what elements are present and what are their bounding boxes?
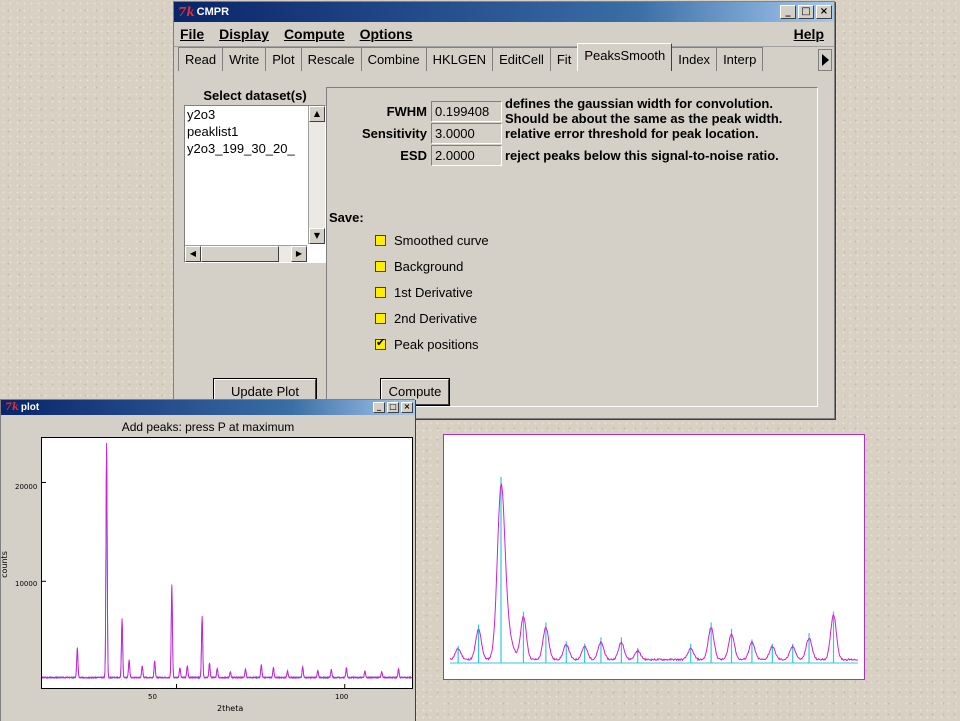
checkbox-label: Background: [394, 259, 464, 274]
scroll-down-icon[interactable]: ▼: [309, 228, 325, 244]
vertical-scrollbar[interactable]: ▲ ▼: [308, 106, 325, 244]
save-2nd-derivative[interactable]: 2nd Derivative: [375, 311, 477, 326]
calculated-pattern-line: [41, 449, 413, 680]
fwhm-input[interactable]: 0.199408: [431, 100, 502, 122]
save-label: Save:: [329, 210, 364, 225]
menu-help[interactable]: Help: [794, 26, 824, 42]
cmpr-titlebar[interactable]: 7k CMPR _ □ ×: [174, 2, 834, 22]
checkbox-label: Peak positions: [394, 337, 479, 352]
dataset-listbox[interactable]: y2o3 peaklist1 y2o3_199_30_20_ ▲ ▼ ◀ ▶: [184, 105, 326, 263]
x-tick-label: 50: [148, 693, 157, 701]
plot-window-title: plot: [20, 402, 40, 413]
maximize-icon[interactable]: □: [387, 402, 399, 413]
plot2-svg: [449, 476, 858, 664]
dataset-title: Select dataset(s): [203, 88, 307, 103]
tab-fit[interactable]: Fit: [549, 47, 579, 71]
scroll-left-icon[interactable]: ◀: [185, 246, 201, 262]
minimize-icon[interactable]: _: [373, 402, 385, 413]
plot-window: 7k plot _ □ × Add peaks: press P at maxi…: [0, 399, 415, 721]
tab-write[interactable]: Write: [222, 47, 267, 71]
sensitivity-description: relative error threshold for peak locati…: [505, 126, 759, 141]
window-title: CMPR: [196, 6, 230, 18]
fwhm-description: defines the gaussian width for convoluti…: [505, 96, 782, 126]
peakssmooth-panel: FWHM 0.199408 defines the gaussian width…: [326, 87, 818, 407]
close-icon[interactable]: ×: [401, 402, 413, 413]
scroll-right-icon[interactable]: ▶: [291, 246, 307, 262]
tab-bar: Read Write Plot Rescale Combine HKLGEN E…: [174, 43, 834, 71]
smoothed-peak-chart: [443, 434, 865, 680]
y-axis-title: counts: [0, 551, 9, 578]
sensitivity-row: Sensitivity 3.0000 relative error thresh…: [327, 123, 759, 144]
scroll-up-icon[interactable]: ▲: [309, 106, 325, 122]
tab-peakssmooth[interactable]: PeaksSmooth: [577, 43, 673, 71]
y-tick-label: 10000: [15, 580, 38, 588]
list-item[interactable]: y2o3_199_30_20_: [185, 140, 305, 157]
tab-editcell[interactable]: EditCell: [492, 47, 551, 71]
esd-row: ESD 2.0000 reject peaks below this signa…: [327, 145, 779, 166]
plot-body: Add peaks: press P at maximum 20000 1000…: [0, 415, 415, 715]
tab-interp[interactable]: Interp: [716, 47, 764, 71]
x-axis-title: 2theta: [217, 704, 244, 713]
menu-options[interactable]: Options: [360, 26, 413, 42]
close-icon[interactable]: ×: [816, 5, 832, 19]
save-1st-derivative[interactable]: 1st Derivative: [375, 285, 473, 300]
esd-description: reject peaks below this signal-to-noise …: [505, 148, 779, 163]
tab-plot[interactable]: Plot: [265, 47, 302, 71]
checkbox-label: Smoothed curve: [394, 233, 489, 248]
checkbox-label: 2nd Derivative: [394, 311, 478, 326]
tk-app-icon: 7k: [178, 5, 195, 19]
maximize-icon[interactable]: □: [798, 5, 814, 19]
tab-index[interactable]: Index: [671, 47, 718, 71]
fwhm-label: FWHM: [386, 103, 427, 119]
checkbox[interactable]: [375, 261, 386, 272]
menu-bar: File Display Compute Options Help: [174, 22, 834, 47]
dataset-panel: Select dataset(s) y2o3 peaklist1 y2o3_19…: [184, 88, 326, 405]
save-peak-positions[interactable]: Peak positions: [375, 336, 479, 352]
esd-label: ESD: [400, 148, 427, 163]
fwhm-row: FWHM 0.199408 defines the gaussian width…: [327, 96, 783, 126]
observed-pattern-line: [41, 442, 413, 680]
minimize-icon[interactable]: _: [780, 5, 796, 19]
checkbox[interactable]: [375, 235, 386, 246]
plot-header: Add peaks: press P at maximum: [121, 420, 295, 434]
scroll-thumb[interactable]: [201, 246, 279, 262]
plot-titlebar[interactable]: 7k plot _ □ ×: [1, 400, 415, 415]
save-smoothed-curve[interactable]: Smoothed curve: [375, 233, 489, 248]
checkbox-checked[interactable]: [375, 336, 386, 350]
checkbox[interactable]: [375, 287, 386, 298]
menu-display[interactable]: Display: [219, 26, 269, 42]
list-item[interactable]: peaklist1: [185, 123, 305, 140]
esd-input[interactable]: 2.0000: [431, 145, 502, 166]
save-background[interactable]: Background: [375, 259, 463, 274]
cmpr-window: 7k CMPR _ □ × File Display Compute Optio…: [173, 1, 835, 419]
list-item[interactable]: y2o3: [185, 106, 305, 123]
y-tick-label: 20000: [15, 483, 38, 491]
x-tick-label: 100: [335, 693, 349, 701]
tab-read[interactable]: Read: [178, 47, 224, 71]
tab-hklgen[interactable]: HKLGEN: [425, 47, 494, 71]
checkbox-label: 1st Derivative: [394, 285, 473, 300]
horizontal-scrollbar[interactable]: ◀ ▶: [185, 245, 307, 262]
smoothed-curve-line: [449, 483, 858, 662]
menu-compute[interactable]: Compute: [284, 26, 345, 42]
fwhm-description-line1: defines the gaussian width for convoluti…: [505, 96, 773, 111]
tk-app-icon: 7k: [5, 402, 19, 413]
tab-scroll-right-icon[interactable]: [818, 49, 832, 71]
plot1-svg: [41, 442, 413, 688]
tab-rescale[interactable]: Rescale: [300, 47, 362, 71]
checkbox[interactable]: [375, 313, 386, 324]
powder-pattern-plot[interactable]: [41, 437, 413, 689]
sensitivity-label: Sensitivity: [361, 126, 427, 141]
menu-file[interactable]: File: [180, 26, 204, 42]
sensitivity-input[interactable]: 3.0000: [431, 123, 502, 144]
tab-combine[interactable]: Combine: [360, 47, 427, 71]
